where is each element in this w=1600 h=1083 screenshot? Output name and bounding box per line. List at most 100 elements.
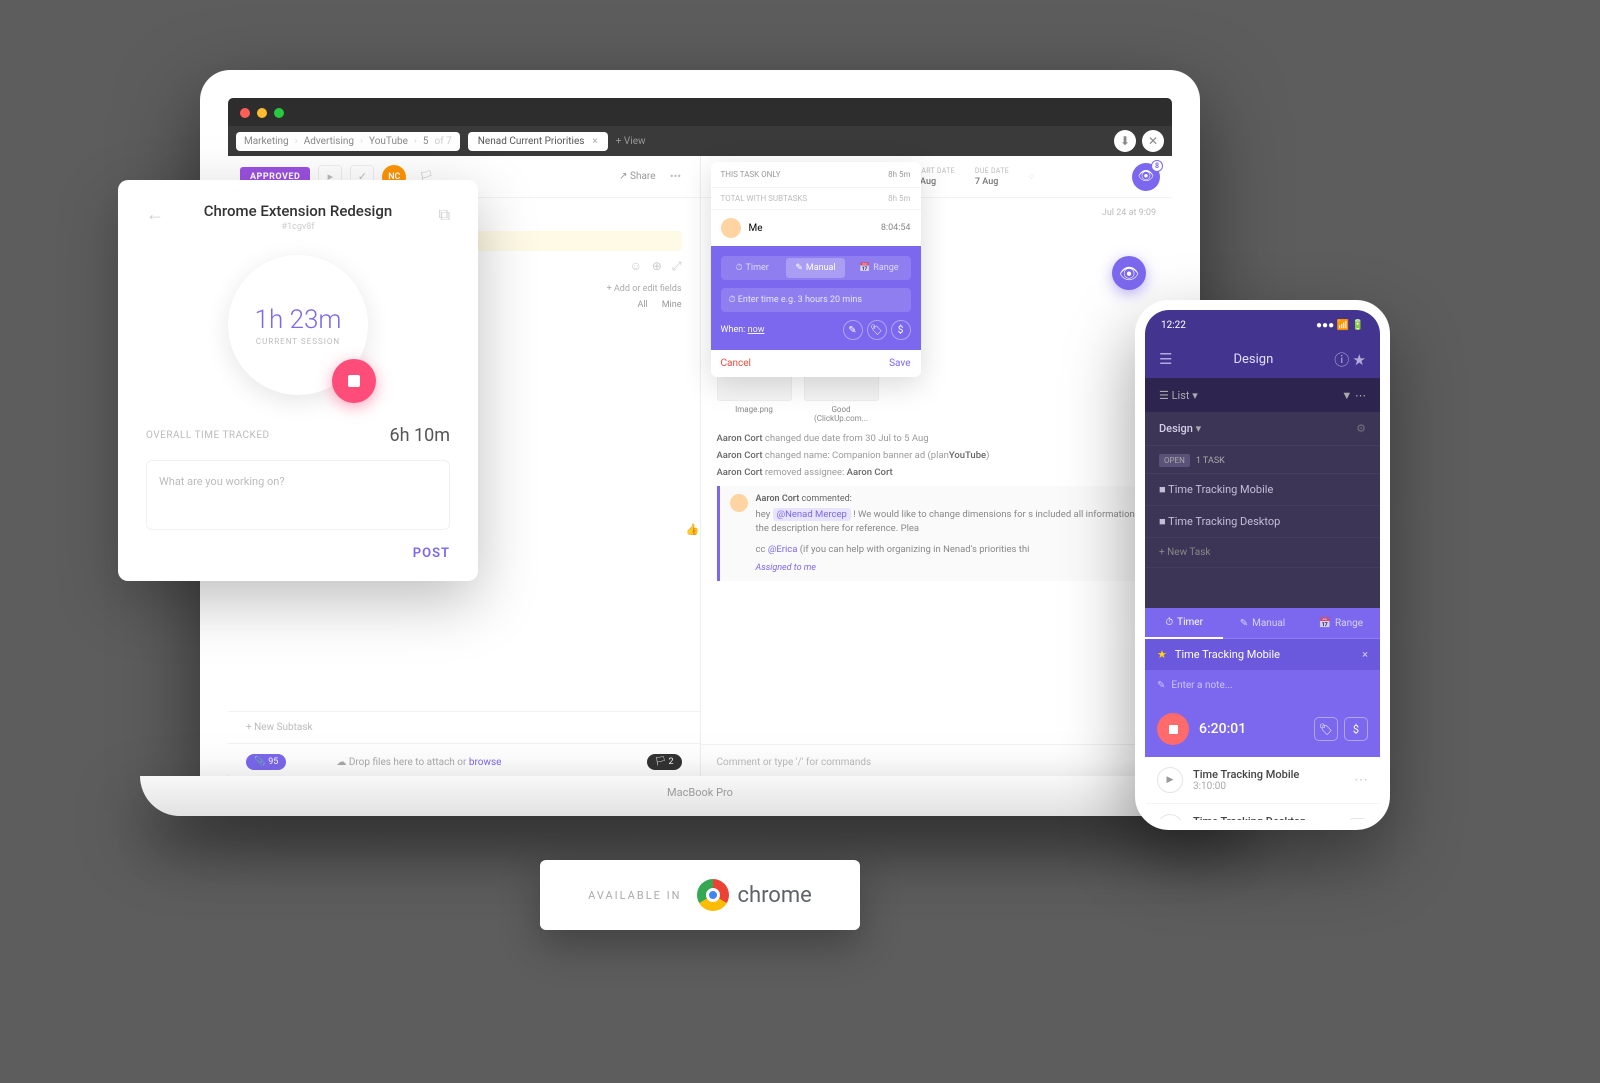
avatar xyxy=(721,218,741,238)
menu-icon[interactable]: ☰ xyxy=(1159,350,1172,368)
note-input[interactable]: ✎ Enter a note... xyxy=(1145,670,1380,701)
mention[interactable]: @Erica xyxy=(768,544,798,555)
play-icon[interactable]: ▶ xyxy=(1157,814,1183,830)
download-icon[interactable]: ⬇ xyxy=(1114,130,1136,152)
stop-icon xyxy=(348,375,360,387)
note-icon[interactable]: ✎ xyxy=(843,320,863,340)
stop-button[interactable] xyxy=(332,359,376,403)
chrome-label: chrome xyxy=(737,883,811,908)
more-icon[interactable]: ⋯ xyxy=(1354,772,1368,788)
watchers-button[interactable]: 👁8 xyxy=(1132,163,1160,191)
time-entry-me[interactable]: Me 8:04:54 xyxy=(711,210,921,246)
time-input[interactable]: ⏱ Enter time e.g. 3 hours 20 mins xyxy=(721,288,911,312)
extension-title: Chrome Extension Redesign xyxy=(118,202,478,220)
list-item[interactable]: ■ Time Tracking Mobile xyxy=(1145,474,1380,506)
filter-mine[interactable]: Mine xyxy=(662,300,682,310)
tab-timer[interactable]: ⏱ Timer xyxy=(723,258,782,278)
tab-bar: Marketing› Advertising› YouTube› 5 of 7 … xyxy=(228,126,1172,156)
active-timer-task[interactable]: ★ Time Tracking Mobile × xyxy=(1145,639,1380,670)
laptop-label: MacBook Pro xyxy=(140,786,1260,799)
tab-range[interactable]: 📅 Range xyxy=(1302,608,1380,638)
crumb-count: 5 xyxy=(423,136,429,147)
tab-manual[interactable]: ✎ Manual xyxy=(786,258,845,278)
window-controls[interactable] xyxy=(240,108,284,118)
stop-button[interactable] xyxy=(1157,713,1189,745)
time-mode-tabs[interactable]: ⏱ Timer ✎ Manual 📅 Range xyxy=(721,256,911,280)
task-right-pane: CREATED24 Jul, 9:09 TIME TRACKED8:04:54 … xyxy=(701,156,1173,780)
new-task-button[interactable]: + New Task xyxy=(1145,538,1380,568)
phone-frame: 12:22●●● 📶 🔋 ☰ Design ⓘ ★ ☰ List ▾ ▼ ⋯ D… xyxy=(1135,300,1390,830)
gear-icon[interactable]: ⚙ xyxy=(1356,422,1366,435)
activity-log-item: Aaron Cort changed due date from 30 Jul … xyxy=(717,433,1157,444)
view-selector[interactable]: ☰ List ▾ xyxy=(1159,389,1198,402)
phone-title: Design xyxy=(1233,352,1273,367)
crumb-2[interactable]: Advertising xyxy=(304,136,354,147)
active-tab[interactable]: Nenad Current Priorities × xyxy=(468,132,608,151)
filter-icon[interactable]: ▼ xyxy=(1341,389,1352,402)
circle-icon[interactable]: ○ xyxy=(1029,171,1034,182)
cancel-button[interactable]: Cancel xyxy=(721,358,751,369)
expand-icon[interactable]: ⤢ xyxy=(672,259,682,274)
elapsed-time: 6:20:01 xyxy=(1199,721,1246,737)
comment-composer[interactable]: Comment or type '/' for commands xyxy=(701,744,1173,780)
filter-all[interactable]: All xyxy=(637,300,647,310)
save-button[interactable]: Save xyxy=(889,358,910,369)
attach-icon[interactable]: ⊕ xyxy=(652,259,662,274)
activity-log-item: Aaron Cort removed assignee: Aaron Cort xyxy=(717,467,1157,478)
chrome-icon xyxy=(697,879,729,911)
phone-notch xyxy=(1208,310,1318,330)
comment: Aaron Cort commented: hey @Nenad Mercep … xyxy=(717,486,1157,581)
when-now-link[interactable]: now xyxy=(748,325,765,335)
list-item[interactable]: ▶ Time Tracking Desktop14:00:00 2 xyxy=(1145,804,1380,830)
info-icon[interactable]: ⓘ xyxy=(1334,351,1349,369)
chrome-badge[interactable]: AVAILABLE IN chrome xyxy=(540,860,860,930)
work-note-input[interactable]: What are you working on? xyxy=(146,460,450,530)
time-tracking-popup: THIS TASK ONLY8h 5m TOTAL WITH SUBTASKS8… xyxy=(711,162,921,377)
tracked-entries-list: ▶ Time Tracking Mobile3:10:00 ⋯ ▶ Time T… xyxy=(1145,757,1380,830)
tab-timer[interactable]: ⏱ Timer xyxy=(1145,608,1223,639)
billable-icon[interactable]: $ xyxy=(891,320,911,340)
timer-tabs[interactable]: ⏱ Timer ✎ Manual 📅 Range xyxy=(1145,608,1380,639)
attachment-count-pill[interactable]: 📎 95 xyxy=(246,754,286,770)
phone-toolbar: ☰ List ▾ ▼ ⋯ xyxy=(1145,378,1380,412)
tag-icon[interactable]: 🏷 xyxy=(1314,717,1338,741)
timer-label: CURRENT SESSION xyxy=(256,337,340,346)
overall-label: OVERALL TIME TRACKED xyxy=(146,430,270,441)
timer-display: 1h 23m CURRENT SESSION xyxy=(228,255,368,395)
timer-value: 1h 23m xyxy=(255,305,342,335)
list-item[interactable]: ■ Time Tracking Desktop xyxy=(1145,506,1380,538)
close-icon[interactable]: × xyxy=(1362,648,1368,661)
activity-log-item: Aaron Cort changed name: Companion banne… xyxy=(717,450,1157,461)
share-button[interactable]: ↗ Share xyxy=(619,171,655,182)
attachment-dropzone[interactable]: 📎 95 ☁ Drop files here to attach or brow… xyxy=(228,743,700,780)
tab-manual[interactable]: ✎ Manual xyxy=(1223,608,1301,638)
crumb-3[interactable]: YouTube xyxy=(369,136,408,147)
tag-icon[interactable]: 🏷 xyxy=(867,320,887,340)
post-button[interactable]: POST xyxy=(146,546,450,561)
billable-icon[interactable]: $ xyxy=(1344,717,1368,741)
crumb-of: of 7 xyxy=(435,136,452,147)
phone-timer-panel: ⏱ Timer ✎ Manual 📅 Range ★ Time Tracking… xyxy=(1145,608,1380,757)
list-item[interactable]: ▶ Time Tracking Mobile3:10:00 ⋯ xyxy=(1145,757,1380,804)
available-in-label: AVAILABLE IN xyxy=(588,889,681,902)
close-icon[interactable]: × xyxy=(592,136,597,147)
emoji-icon[interactable]: ☺ xyxy=(630,259,642,274)
breadcrumb[interactable]: Marketing› Advertising› YouTube› 5 of 7 xyxy=(236,132,460,151)
section-header[interactable]: Design ▾⚙ xyxy=(1145,412,1380,446)
mention[interactable]: @Nenad Mercep xyxy=(773,508,851,521)
crumb-1[interactable]: Marketing xyxy=(244,136,289,147)
tab-range[interactable]: 📅 Range xyxy=(849,258,908,278)
more-icon[interactable]: ⋯ xyxy=(1355,389,1366,402)
dark-pill[interactable]: 🏳 2 xyxy=(647,754,682,770)
task-id: #1cgv8f xyxy=(118,222,478,232)
browse-link[interactable]: browse xyxy=(469,757,502,768)
more-icon[interactable]: ••• xyxy=(664,165,688,189)
add-view-button[interactable]: + View xyxy=(616,136,646,147)
play-icon[interactable]: ▶ xyxy=(1157,767,1183,793)
eye-fab[interactable]: 👁 xyxy=(1112,256,1146,290)
star-icon[interactable]: ★ xyxy=(1353,351,1366,369)
close-button[interactable]: ✕ xyxy=(1142,130,1164,152)
phone-header: ☰ Design ⓘ ★ xyxy=(1145,340,1380,378)
star-icon: ★ xyxy=(1157,648,1167,661)
new-subtask-button[interactable]: + New Subtask xyxy=(228,711,700,743)
